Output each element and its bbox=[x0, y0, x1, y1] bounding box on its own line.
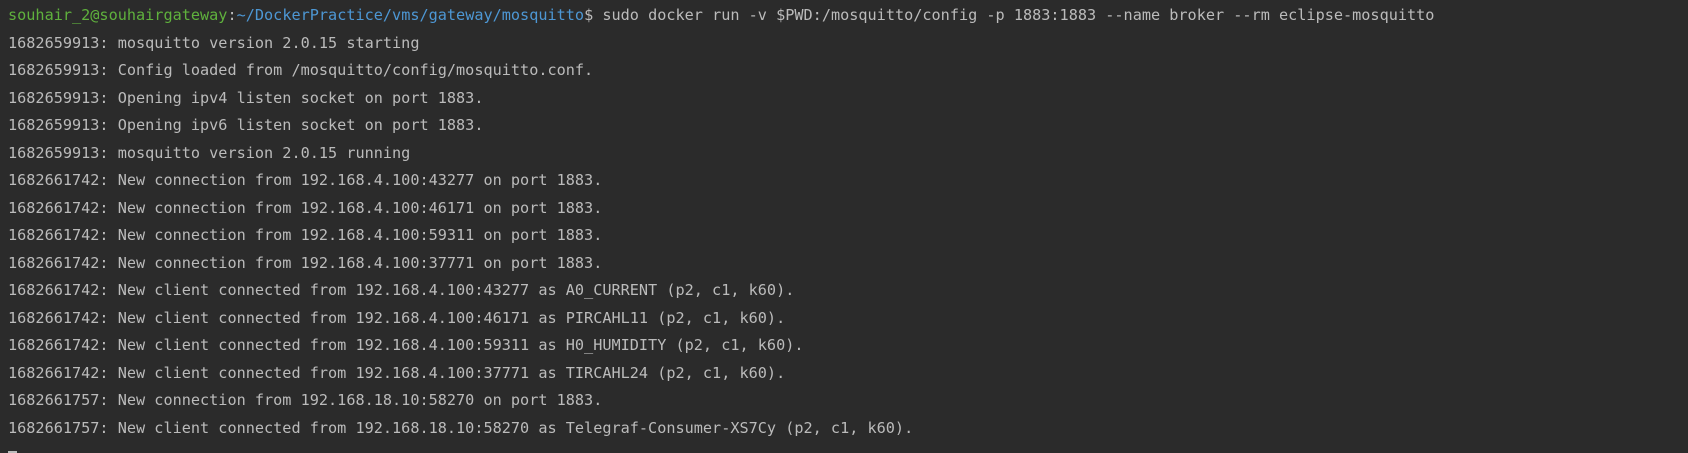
prompt-user-host: souhair_2@souhairgateway bbox=[8, 6, 228, 24]
output-line: 1682661742: New connection from 192.168.… bbox=[8, 171, 603, 189]
output-line: 1682661742: New client connected from 19… bbox=[8, 363, 786, 382]
output-line: 1682661742: New client connected from 19… bbox=[8, 308, 786, 327]
prompt-path: ~/DockerPractice/vms/gateway/mosquitto bbox=[236, 6, 585, 24]
command-prompt-line: souhair_2@souhairgateway:~/DockerPractic… bbox=[8, 2, 1688, 30]
output-line: 1682659913: mosquitto version 2.0.15 run… bbox=[8, 143, 411, 162]
output-line: 1682661742: New client connected from 19… bbox=[8, 336, 804, 354]
output-line: 1682661742: New connection from 192.168.… bbox=[8, 226, 603, 244]
prompt-separator: : bbox=[227, 6, 237, 24]
terminal-window[interactable]: souhair_2@souhairgateway:~/DockerPractic… bbox=[0, 0, 1688, 453]
output-line: 1682659913: Opening ipv4 listen socket o… bbox=[8, 88, 484, 107]
output-line: 1682659913: Config loaded from /mosquitt… bbox=[8, 61, 594, 79]
output-line: 1682659913: mosquitto version 2.0.15 sta… bbox=[8, 33, 420, 52]
output-line: 1682661757: New connection from 192.168.… bbox=[8, 391, 603, 409]
prompt-command: $ sudo docker run -v $PWD:/mosquitto/con… bbox=[584, 6, 1435, 24]
output-line: 1682659913: Opening ipv6 listen socket o… bbox=[8, 116, 484, 134]
output-line: 1682661742: New client connected from 19… bbox=[8, 281, 795, 299]
input-line[interactable] bbox=[8, 442, 1688, 453]
output-line: 1682661757: New client connected from 19… bbox=[8, 418, 914, 437]
output-line: 1682661742: New connection from 192.168.… bbox=[8, 198, 603, 217]
output-line: 1682661742: New connection from 192.168.… bbox=[8, 253, 603, 272]
